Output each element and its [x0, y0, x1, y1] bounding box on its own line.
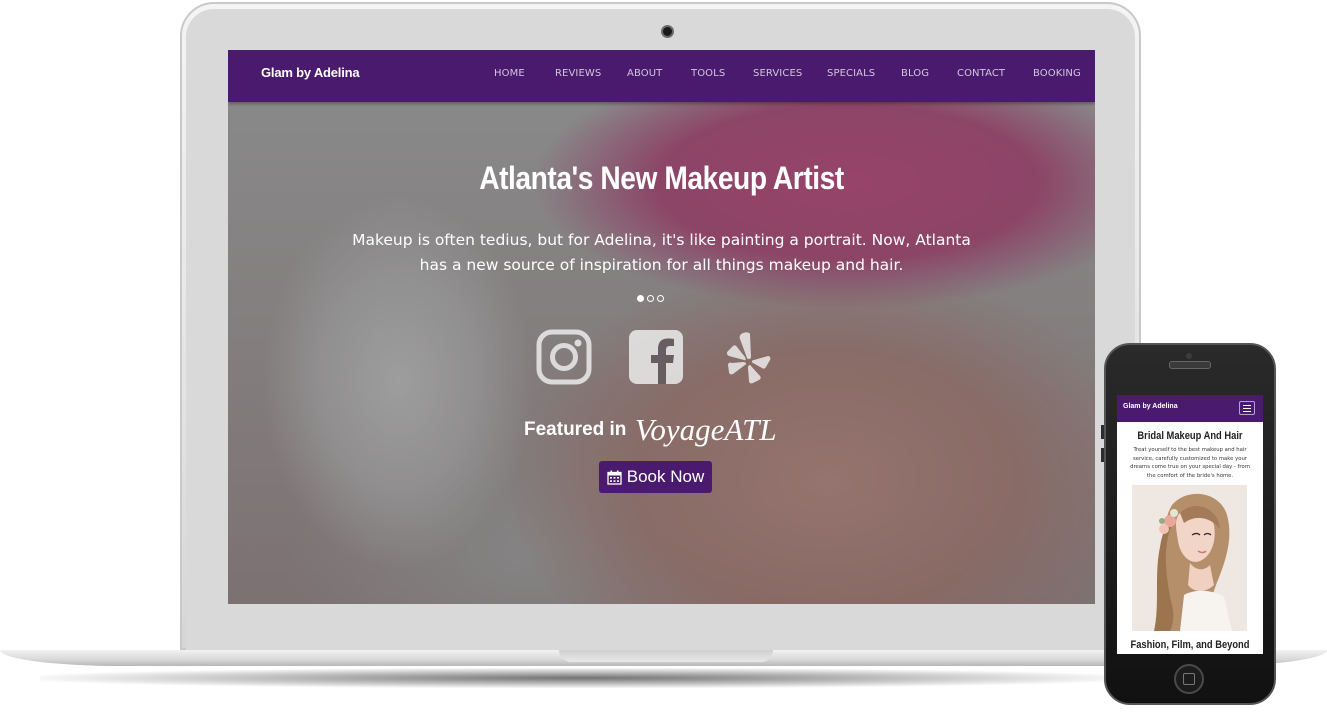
nav-about[interactable]: ABOUT	[627, 68, 662, 79]
voyageatl-logo[interactable]: VoyageATL	[635, 412, 777, 447]
hamburger-icon[interactable]	[1239, 401, 1255, 415]
nav-reviews[interactable]: REVIEWS	[555, 68, 601, 79]
carousel-dot-1[interactable]	[637, 295, 644, 302]
nav-blog[interactable]: BLOG	[901, 68, 929, 79]
mobile-section-title-2: Fashion, Film, and Beyond	[1130, 639, 1250, 651]
hero-title: Atlanta's New Makeup Artist	[479, 160, 844, 196]
phone-home-button[interactable]	[1174, 664, 1204, 694]
mobile-section-text: Treat yourself to the best makeup and ha…	[1130, 447, 1250, 479]
nav-contact[interactable]: CONTACT	[957, 68, 1005, 79]
nav-specials[interactable]: SPECIALS	[827, 68, 875, 79]
phone-screen: Glam by Adelina Bridal Makeup And Hair T…	[1117, 395, 1263, 654]
laptop-shadow	[40, 668, 1120, 688]
instagram-icon[interactable]	[536, 329, 592, 385]
yelp-icon[interactable]	[720, 329, 776, 385]
phone-side-button	[1101, 425, 1104, 439]
laptop-screen: Glam by Adelina HOME REVIEWS ABOUT TOOLS…	[228, 50, 1095, 604]
phone-camera	[1186, 353, 1192, 359]
bride-photo	[1132, 485, 1247, 631]
phone-speaker	[1169, 361, 1211, 369]
book-now-button[interactable]: Book Now	[599, 461, 712, 493]
carousel-indicators	[637, 289, 667, 302]
home-square-icon	[1183, 673, 1195, 685]
featured-in: Featured in VoyageATL	[524, 412, 777, 447]
facebook-icon[interactable]	[628, 329, 684, 385]
nav-services[interactable]: SERVICES	[753, 68, 802, 79]
mobile-navbar: Glam by Adelina	[1117, 395, 1263, 422]
mobile-section-title: Bridal Makeup And Hair	[1137, 430, 1243, 442]
book-now-label: Book Now	[626, 467, 705, 486]
calendar-icon	[607, 470, 622, 485]
nav-tools[interactable]: TOOLS	[691, 68, 725, 79]
nav-booking[interactable]: BOOKING	[1033, 68, 1081, 79]
laptop-hinge-notch	[559, 650, 773, 662]
carousel-dot-3[interactable]	[657, 295, 664, 302]
nav-home[interactable]: HOME	[494, 68, 525, 79]
hero-text: Makeup is often tedius, but for Adelina,…	[352, 231, 971, 274]
navbar: Glam by Adelina HOME REVIEWS ABOUT TOOLS…	[228, 50, 1095, 102]
brand-logo[interactable]: Glam by Adelina	[261, 65, 360, 80]
webcam	[661, 25, 674, 38]
featured-label: Featured in	[524, 419, 627, 440]
phone-side-button	[1101, 448, 1104, 462]
carousel-dot-2[interactable]	[647, 295, 654, 302]
mobile-brand-logo[interactable]: Glam by Adelina	[1123, 403, 1178, 410]
